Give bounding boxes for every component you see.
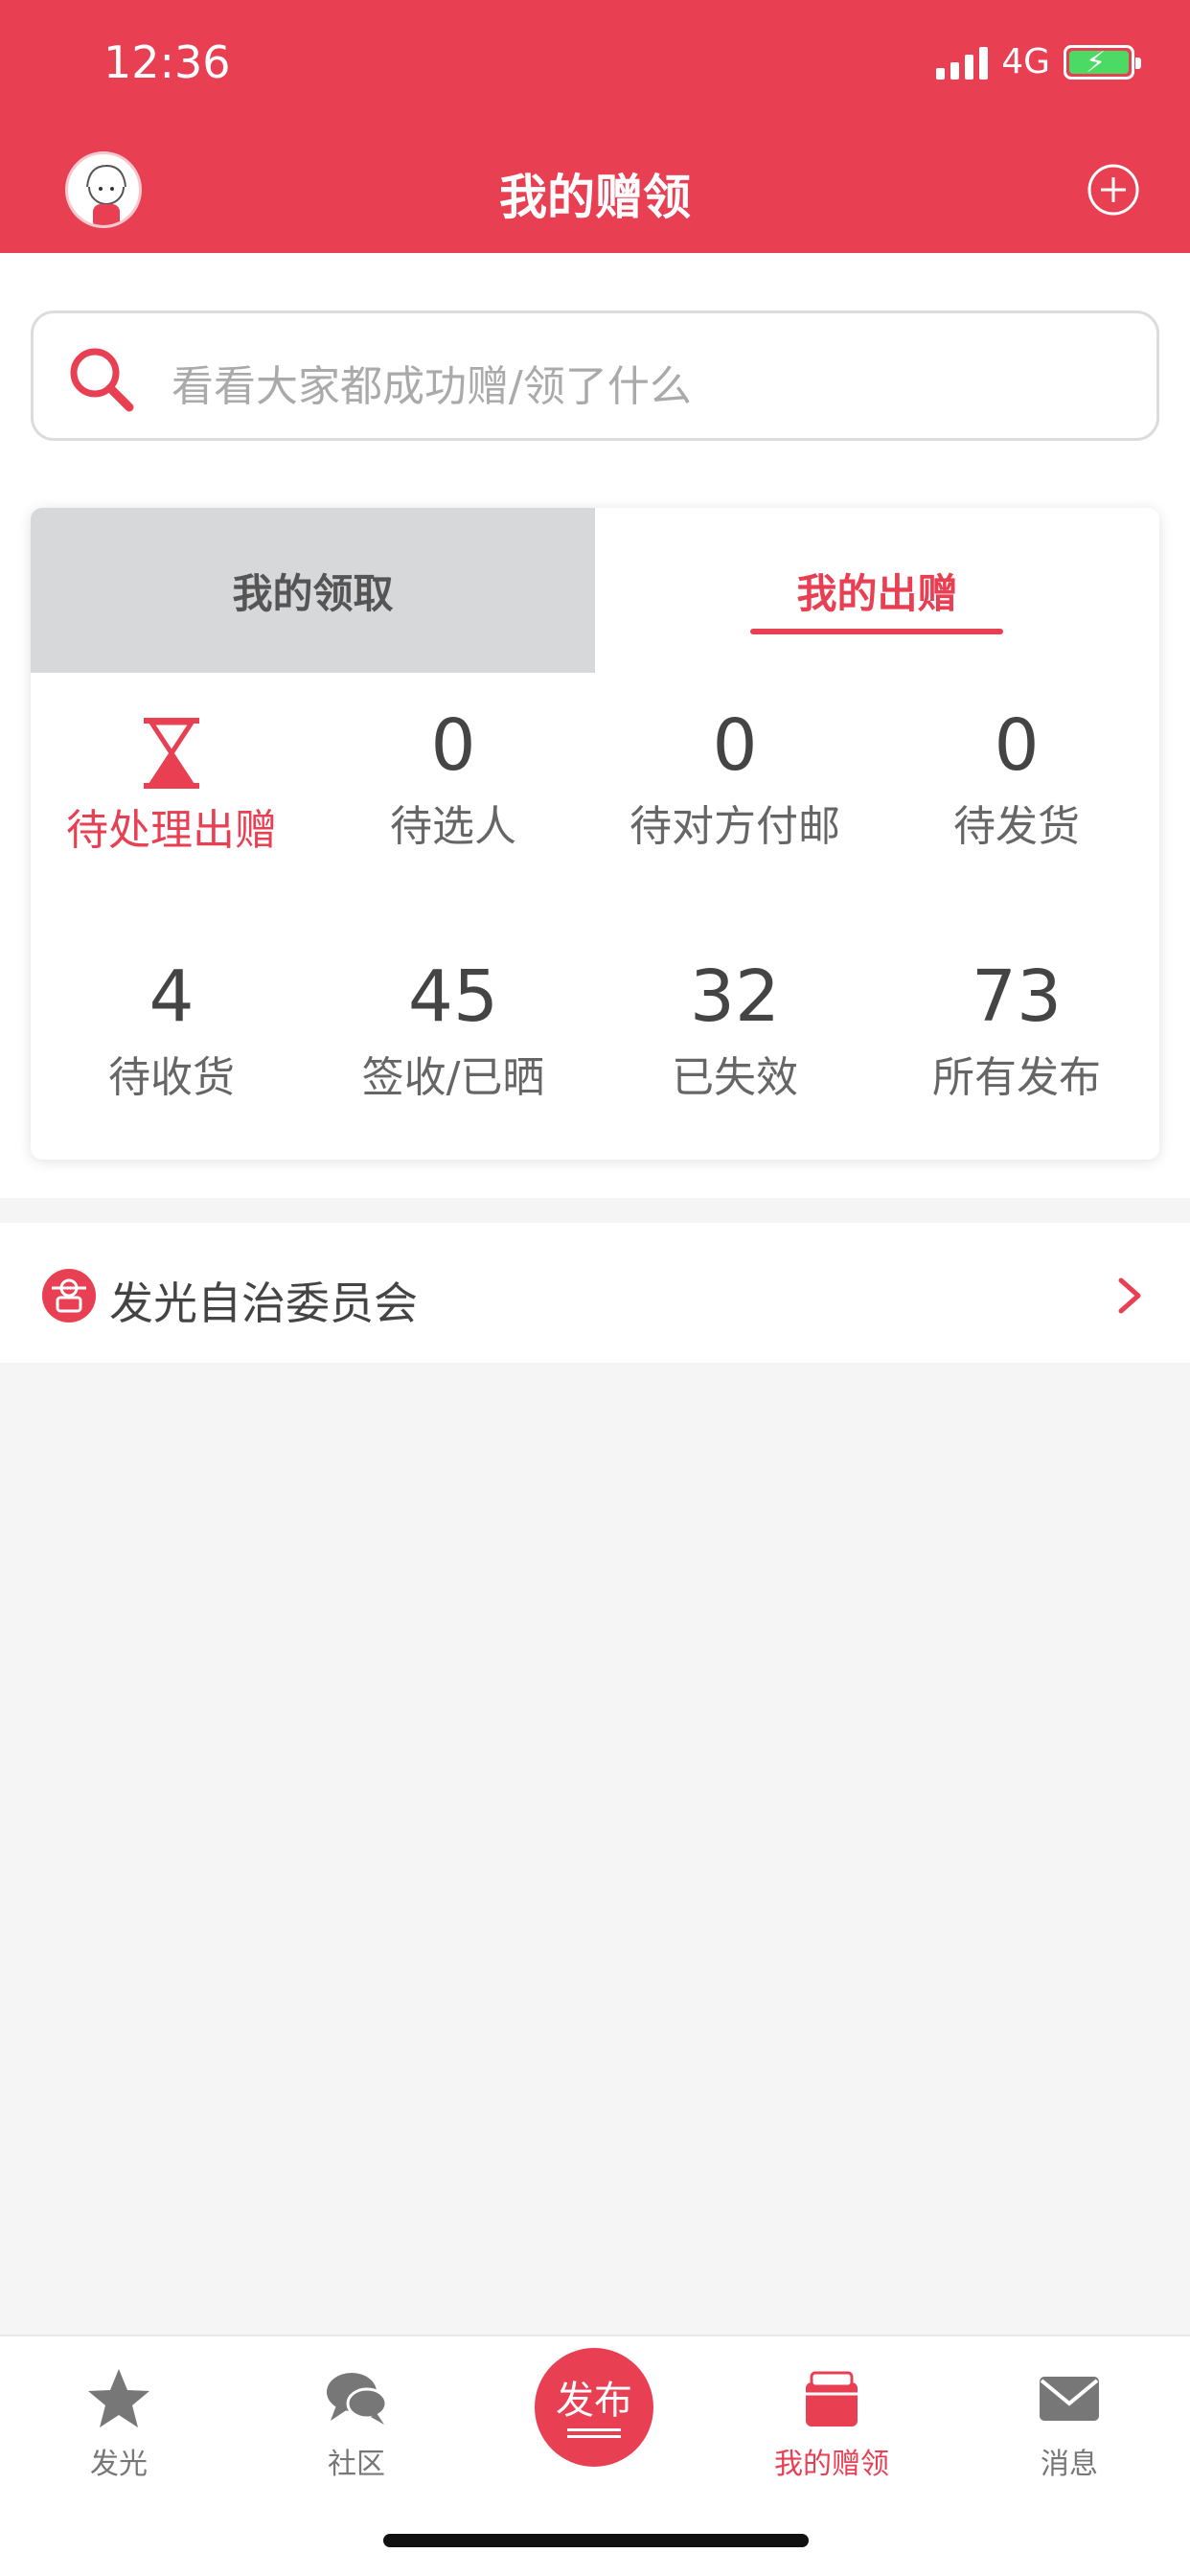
tab-my-give[interactable]: 我的出赠 — [595, 508, 1159, 673]
top-header: 12:36 4G ⚡ 我的赠领 — [0, 0, 1190, 253]
stat-value: 0 — [712, 704, 758, 787]
tab-label: 发光 — [90, 2448, 148, 2481]
stat-value: 32 — [689, 955, 781, 1038]
stat-value: 4 — [149, 955, 195, 1038]
gift-box-icon — [806, 2371, 858, 2426]
stat-label: 签收/已晒 — [361, 1053, 545, 1102]
stat-expired[interactable]: 32 已失效 — [594, 951, 876, 1104]
stat-label: 待收货 — [108, 1053, 235, 1102]
envelope-icon — [1040, 2377, 1099, 2421]
section-divider — [0, 1198, 1190, 1223]
stat-value: 73 — [971, 955, 1063, 1038]
network-label: 4G — [1001, 42, 1050, 81]
search-input[interactable]: 看看大家都成功赠/领了什么 — [31, 310, 1159, 441]
search-icon — [70, 348, 134, 412]
tab-my-receive[interactable]: 我的领取 — [31, 508, 595, 673]
chevron-right-icon — [1118, 1277, 1141, 1314]
tab-community[interactable]: 社区 — [261, 2365, 452, 2482]
chat-bubbles-icon — [327, 2373, 388, 2425]
stat-all-posts[interactable]: 73 所有发布 — [876, 951, 1157, 1104]
gift-stats-card: 我的领取 我的出赠 待处理出赠 0 待选人 0 待对方付邮 0 待发货 4 待收… — [31, 508, 1159, 1160]
stat-label: 待选人 — [390, 802, 516, 851]
add-circle-icon[interactable] — [1087, 163, 1140, 217]
publish-label: 发布 — [556, 2379, 632, 2423]
tab-messages[interactable]: 消息 — [973, 2365, 1165, 2482]
committee-label: 发光自治委员会 — [109, 1277, 418, 1329]
home-indicator[interactable] — [383, 2534, 809, 2547]
stat-label: 所有发布 — [932, 1053, 1101, 1102]
stat-pending-ship[interactable]: 0 待发货 — [876, 700, 1157, 853]
stat-label: 待发货 — [953, 802, 1080, 851]
tab-label: 社区 — [328, 2448, 385, 2481]
stat-pending-receive[interactable]: 4 待收货 — [31, 951, 312, 1104]
search-placeholder: 看看大家都成功赠/领了什么 — [172, 362, 692, 411]
tab-label: 我的赠领 — [774, 2448, 889, 2481]
stat-label: 已失效 — [672, 1053, 798, 1102]
publish-lines-icon — [567, 2428, 621, 2438]
stat-value: 0 — [994, 704, 1040, 787]
stat-label: 待对方付邮 — [629, 802, 840, 851]
hourglass-icon — [144, 718, 199, 789]
stat-value: 0 — [430, 704, 476, 787]
active-tab-underline — [750, 629, 1003, 634]
signal-icon — [936, 45, 989, 80]
stat-value: 45 — [407, 955, 499, 1038]
battery-icon: ⚡ — [1064, 44, 1141, 80]
stat-pending-process[interactable]: 待处理出赠 — [31, 700, 312, 857]
tab-my-gifts[interactable]: 我的赠领 — [736, 2365, 927, 2482]
status-indicators: 4G ⚡ — [936, 42, 1141, 81]
publish-button[interactable]: 发布 — [535, 2348, 653, 2467]
tab-bar-segment: 我的领取 我的出赠 — [31, 508, 1159, 673]
stat-label: 待处理出赠 — [66, 806, 277, 855]
stat-signed-shared[interactable]: 45 签收/已晒 — [312, 951, 594, 1104]
page-title: 我的赠领 — [499, 170, 691, 225]
stat-pending-postage[interactable]: 0 待对方付邮 — [594, 700, 876, 853]
status-time: 12:36 — [103, 36, 231, 88]
stat-pending-select[interactable]: 0 待选人 — [312, 700, 594, 853]
star-icon — [88, 2369, 149, 2427]
tab-label: 消息 — [1041, 2448, 1098, 2481]
committee-icon — [42, 1269, 96, 1322]
committee-link-row[interactable]: 发光自治委员会 — [0, 1223, 1190, 1363]
tab-glow[interactable]: 发光 — [23, 2365, 215, 2482]
